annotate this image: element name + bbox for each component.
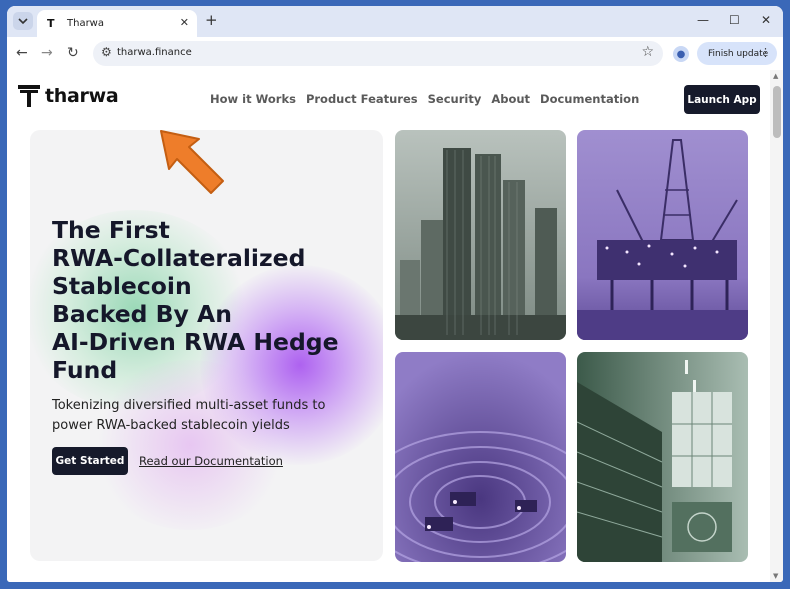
skyscrapers-image — [395, 130, 566, 340]
url-text[interactable]: tharwa.finance — [117, 47, 192, 58]
read-documentation-link[interactable]: Read our Documentation — [139, 454, 283, 468]
tab-favicon-icon: T — [47, 17, 55, 30]
tab-title: Tharwa — [67, 18, 104, 29]
profile-icon[interactable]: ● — [673, 46, 689, 62]
hero-subheadline: Tokenizing diversified multi-asset funds… — [52, 398, 326, 433]
get-started-button[interactable]: Get Started — [52, 447, 128, 475]
scroll-up-icon[interactable]: ▲ — [773, 72, 778, 80]
page-scrollbar[interactable]: ▲ ▼ — [770, 70, 783, 582]
finish-update-button[interactable]: Finish update ⋮ — [697, 42, 777, 65]
new-tab-icon[interactable]: + — [205, 11, 218, 29]
chevron-down-icon — [18, 18, 28, 25]
site-nav: How it Works Product Features Security A… — [210, 92, 639, 106]
nav-product-features[interactable]: Product Features — [306, 92, 418, 106]
address-bar[interactable]: ⚙ tharwa.finance ☆ — [93, 41, 663, 66]
back-icon[interactable]: ← — [16, 45, 28, 61]
maximize-icon[interactable]: ☐ — [729, 13, 740, 27]
nav-security[interactable]: Security — [428, 92, 482, 106]
minimize-icon[interactable]: — — [697, 13, 709, 27]
kebab-menu-icon[interactable]: ⋮ — [760, 46, 771, 59]
scroll-down-icon[interactable]: ▼ — [773, 572, 778, 580]
server-room-image — [577, 352, 748, 562]
hero-headline: The First RWA-Collateralized Stablecoin … — [52, 216, 339, 384]
pointer-arrow-icon — [160, 130, 224, 194]
tab-close-icon[interactable]: ✕ — [180, 16, 189, 29]
scroll-thumb[interactable] — [773, 86, 781, 138]
reload-icon[interactable]: ↻ — [67, 45, 79, 61]
browser-toolbar: ← → ↻ ⚙ tharwa.finance ☆ ● Finish update… — [7, 37, 783, 70]
oil-rig-image — [577, 130, 748, 340]
tharwa-logo-icon — [18, 85, 40, 107]
forward-icon[interactable]: → — [41, 45, 53, 61]
browser-tab[interactable]: T Tharwa ✕ — [37, 10, 197, 37]
mine-image — [395, 352, 566, 562]
site-info-icon[interactable]: ⚙ — [101, 45, 112, 59]
window-close-icon[interactable]: ✕ — [761, 13, 771, 27]
tab-search-button[interactable] — [13, 12, 33, 30]
site-logo[interactable]: tharwa — [18, 85, 119, 107]
page-viewport: tharwa How it Works Product Features Sec… — [7, 70, 770, 582]
nav-about[interactable]: About — [491, 92, 530, 106]
tab-bar: T Tharwa ✕ + — ☐ ✕ — [7, 6, 783, 37]
launch-app-button[interactable]: Launch App — [684, 85, 760, 114]
gradient-blob-pink — [90, 360, 290, 530]
browser-window: T Tharwa ✕ + — ☐ ✕ ← → ↻ ⚙ tharwa.financ… — [7, 6, 783, 582]
nav-documentation[interactable]: Documentation — [540, 92, 639, 106]
logo-text: tharwa — [45, 85, 119, 107]
bookmark-star-icon[interactable]: ☆ — [641, 44, 654, 60]
nav-how-it-works[interactable]: How it Works — [210, 92, 296, 106]
